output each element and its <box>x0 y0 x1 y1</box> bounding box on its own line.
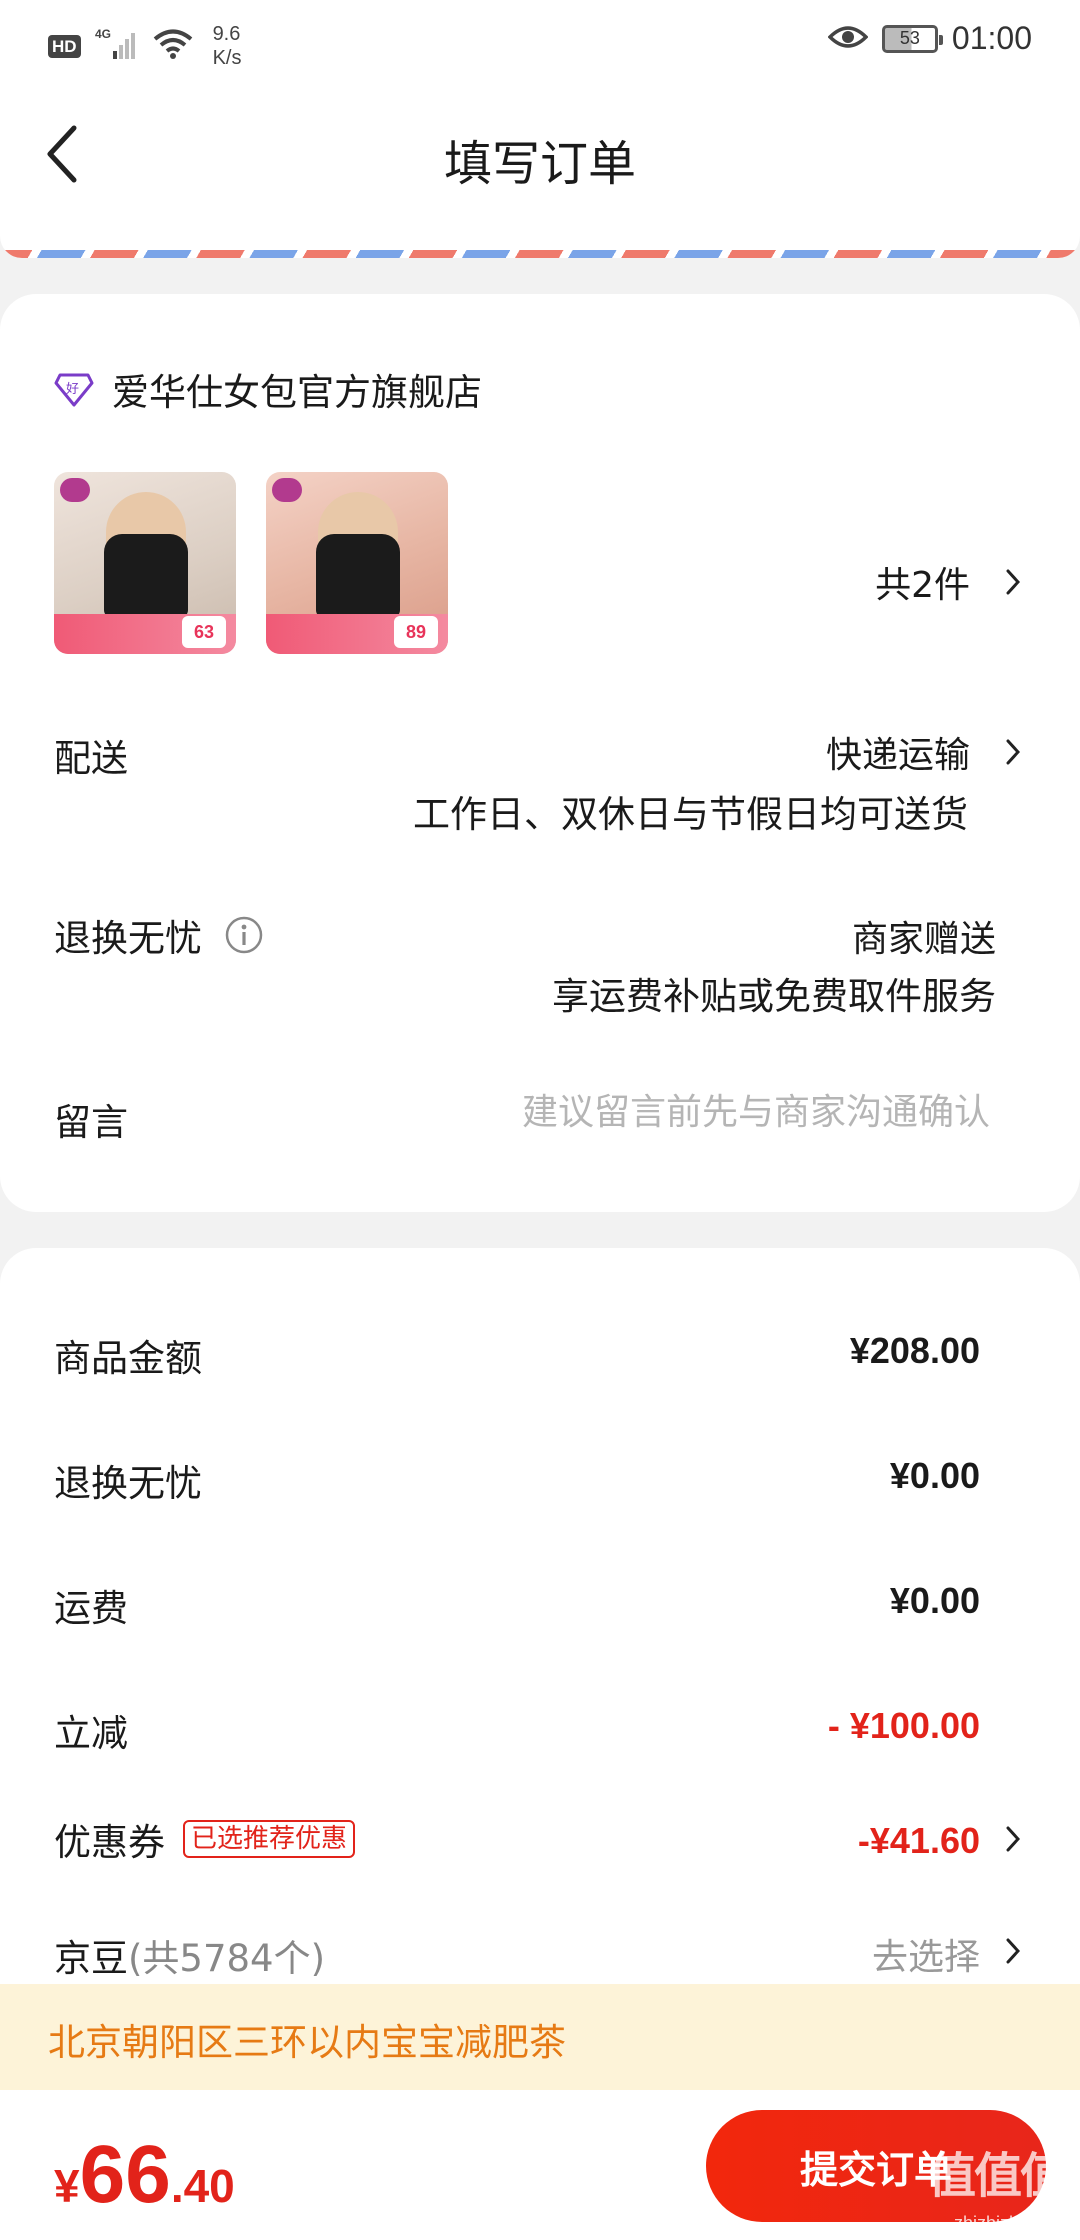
coupon-recommended-tag: 已选推荐优惠 <box>183 1820 356 1858</box>
airmail-stripe <box>0 250 1080 258</box>
message-input[interactable] <box>430 1084 990 1140</box>
chevron-right-icon <box>1006 569 1020 595</box>
return-fee-label: 退换无忧 <box>54 1462 202 1505</box>
return-fee-value: ¥0.00 <box>889 1455 980 1496</box>
coupon-row[interactable]: 优惠券 已选推荐优惠 <box>54 1812 356 1866</box>
backpack-graphic <box>104 534 188 618</box>
delivery-label: 配送 <box>54 737 128 780</box>
return-service-note: 享运费补贴或免费取件服务 <box>552 975 996 1018</box>
total-currency: ¥ <box>54 2160 80 2212</box>
chevron-right-icon <box>1006 1938 1020 1964</box>
return-service-value: 商家赠送 <box>851 919 996 960</box>
product-thumbnails[interactable]: 63 89 <box>54 472 448 654</box>
promo-price: 63 <box>182 616 226 648</box>
signal-icon: 4G <box>95 27 139 65</box>
hd-indicator: HD <box>48 34 81 58</box>
svg-text:4G: 4G <box>95 27 111 41</box>
svg-text:好: 好 <box>66 382 79 397</box>
watermark-logo: 值值值 <box>927 2148 1068 2204</box>
speed-unit: K/s <box>212 47 242 69</box>
delivery-method: 快递运输 <box>825 735 970 776</box>
network-speed: 9.6 K/s <box>213 22 242 70</box>
jingdou-select[interactable]: 去选择 <box>872 1928 980 1980</box>
total-integer: 66 <box>79 2129 171 2220</box>
address-banner[interactable]: 北京朝阳区三环以内宝宝减肥茶 <box>0 1984 1080 2090</box>
address-banner-text: 北京朝阳区三环以内宝宝减肥茶 <box>48 2021 566 2064</box>
shipping-fee-label: 运费 <box>54 1587 128 1630</box>
wifi-icon <box>153 28 193 64</box>
chevron-right-icon <box>1006 1826 1020 1852</box>
page-title: 填写订单 <box>443 136 636 192</box>
item-count-link[interactable]: 共2件 <box>875 556 1020 608</box>
bottom-bar: ¥66.40 提交订单 值值值 zhizhizhi.com <box>0 2090 1080 2240</box>
goods-amount-label: 商品金额 <box>54 1337 202 1380</box>
diamond-store-icon: 好 <box>54 373 94 407</box>
instant-discount-value: - ¥100.00 <box>827 1705 980 1746</box>
clock: 01:00 <box>951 20 1032 56</box>
info-icon[interactable] <box>224 915 264 955</box>
status-left: HD 4G 9.6 K/s <box>48 22 241 70</box>
battery-icon: 53 <box>881 24 943 53</box>
return-service-row: 退换无忧 <box>54 908 264 962</box>
brand-badge-icon <box>272 478 302 502</box>
brand-badge-icon <box>60 478 90 502</box>
address-airmail-border <box>0 224 1080 258</box>
speed-value: 9.6 <box>212 23 241 45</box>
coupon-value[interactable]: -¥41.60 <box>858 1820 980 1862</box>
jingdou-label: 京豆 <box>54 1937 128 1980</box>
item-count: 共2件 <box>875 565 970 606</box>
shop-header[interactable]: 好 爱华仕女包官方旗舰店 <box>54 362 482 416</box>
coupon-label: 优惠券 <box>54 1821 165 1864</box>
status-right: 53 01:00 <box>827 20 1032 57</box>
shop-name: 爱华仕女包官方旗舰店 <box>112 371 482 414</box>
shop-order-card: 好 爱华仕女包官方旗舰店 63 89 共2件 配送 快递运输 工作日、双休日与节… <box>0 294 1080 1212</box>
chevron-right-icon <box>1006 739 1020 765</box>
jingdou-row[interactable]: 京豆(共5784个) <box>54 1928 325 1982</box>
jingdou-count: (共5784个) <box>128 1937 326 1980</box>
goods-amount-value: ¥208.00 <box>849 1330 980 1371</box>
return-service-label: 退换无忧 <box>54 917 202 960</box>
delivery-note: 工作日、双休日与节假日均可送货 <box>413 793 968 836</box>
header: 填写订单 <box>0 84 1080 224</box>
message-label: 留言 <box>54 1101 128 1144</box>
shipping-fee-value: ¥0.00 <box>889 1580 980 1621</box>
backpack-graphic <box>316 534 400 618</box>
promo-price: 89 <box>394 616 438 648</box>
total-decimal: .40 <box>170 2160 235 2212</box>
instant-discount-label: 立减 <box>54 1712 128 1755</box>
total-price: ¥66.40 <box>54 2134 235 2216</box>
delivery-method-selector[interactable]: 快递运输 <box>826 726 1020 778</box>
product-image[interactable]: 63 <box>54 472 236 654</box>
eye-icon <box>827 23 869 55</box>
product-image[interactable]: 89 <box>266 472 448 654</box>
status-bar: HD 4G 9.6 K/s 53 01:00 <box>0 0 1080 84</box>
watermark-url: zhizhizhi.com <box>953 2213 1062 2233</box>
